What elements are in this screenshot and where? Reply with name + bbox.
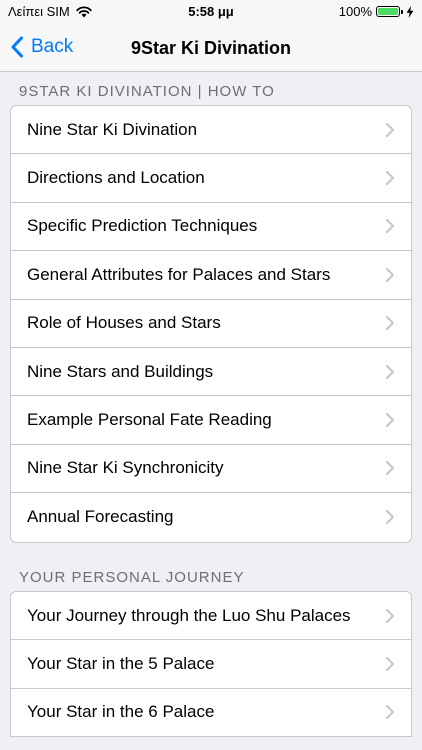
list-item-label: Specific Prediction Techniques	[27, 216, 258, 236]
chevron-right-icon	[385, 364, 395, 379]
list-item[interactable]: Annual Forecasting	[11, 493, 411, 541]
chevron-right-icon	[385, 267, 395, 282]
list-item-label: Annual Forecasting	[27, 507, 174, 527]
list-item[interactable]: Directions and Location	[11, 154, 411, 203]
list-item-label: Directions and Location	[27, 168, 205, 188]
chevron-right-icon	[385, 316, 395, 331]
battery-percent: 100%	[338, 4, 372, 19]
list-item-label: Nine Stars and Buildings	[27, 361, 214, 381]
list-item[interactable]: General Attributes for Palaces and Stars	[11, 251, 411, 300]
list-item[interactable]: Nine Stars and Buildings	[11, 348, 411, 397]
battery-tip	[401, 10, 403, 14]
list-item[interactable]: Nine Star Ki Divination	[11, 106, 411, 155]
navigation-bar: Back 9Star Ki Divination	[0, 24, 422, 72]
list-item-label: Nine Star Ki Divination	[27, 119, 198, 139]
list-item[interactable]: Your Journey through the Luo Shu Palaces	[11, 592, 411, 641]
section-header-personal-journey: YOUR PERSONAL JOURNEY	[19, 569, 245, 586]
chevron-right-icon	[385, 510, 395, 525]
how-to-list: Nine Star Ki Divination Directions and L…	[10, 105, 412, 543]
list-item[interactable]: Example Personal Fate Reading	[11, 396, 411, 445]
chevron-right-icon	[385, 461, 395, 476]
list-item[interactable]: Specific Prediction Techniques	[11, 203, 411, 252]
battery-icon	[376, 6, 403, 17]
list-item[interactable]: Your Star in the 6 Palace	[11, 689, 411, 738]
charging-bolt-icon	[406, 5, 414, 18]
list-item[interactable]: Nine Star Ki Synchronicity	[11, 445, 411, 494]
personal-journey-list: Your Journey through the Luo Shu Palaces…	[10, 591, 412, 738]
list-item-label: Example Personal Fate Reading	[27, 410, 272, 430]
list-item-label: General Attributes for Palaces and Stars	[27, 264, 331, 284]
status-battery-group: 100%	[339, 4, 414, 19]
list-item-label: Role of Houses and Stars	[27, 313, 221, 333]
list-item-label: Nine Star Ki Synchronicity	[27, 458, 224, 478]
chevron-right-icon	[385, 219, 395, 234]
list-item[interactable]: Role of Houses and Stars	[11, 300, 411, 348]
chevron-right-icon	[385, 412, 395, 428]
list-item[interactable]: Your Star in the 5 Palace	[11, 640, 411, 689]
battery-fill	[378, 8, 398, 15]
chevron-right-icon	[385, 608, 395, 623]
section-header-how-to: 9STAR KI DIVINATION | HOW TO	[19, 83, 275, 100]
chevron-right-icon	[385, 170, 395, 186]
page-title: 9Star Ki Divination	[130, 38, 292, 58]
status-bar: Λείπει SIM 5:58 μμ 100%	[0, 0, 422, 24]
chevron-right-icon	[385, 656, 395, 672]
list-item-label: Your Star in the 5 Palace	[27, 654, 215, 674]
list-item-label: Your Star in the 6 Palace	[27, 702, 215, 722]
chevron-right-icon	[385, 705, 395, 720]
list-item-label: Your Journey through the Luo Shu Palaces	[27, 605, 351, 625]
chevron-right-icon	[385, 122, 395, 137]
